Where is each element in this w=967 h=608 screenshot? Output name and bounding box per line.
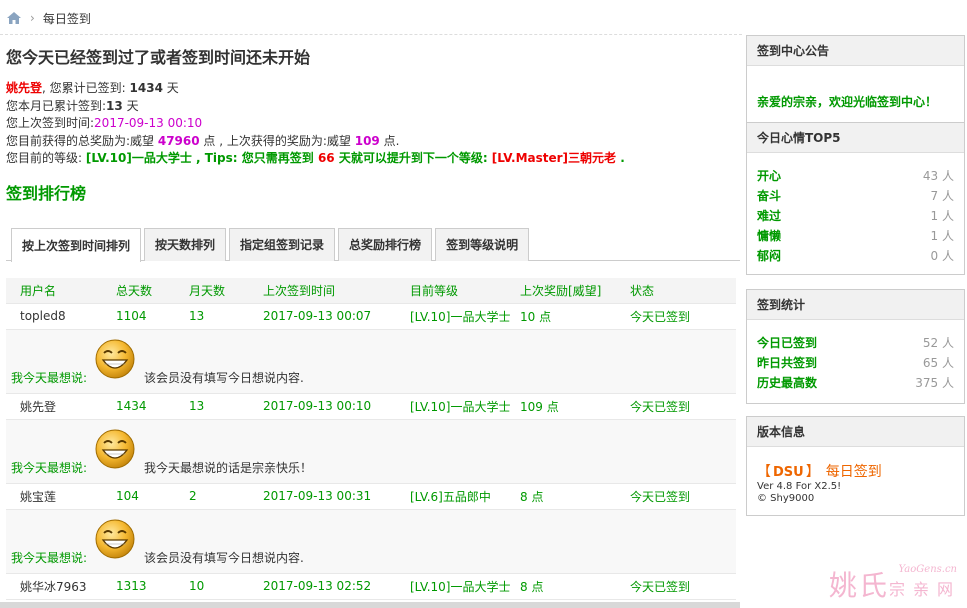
version-number: Ver 4.8 For X2.5! (757, 481, 842, 492)
row-username[interactable]: 姚华冰7963 (6, 578, 116, 595)
watermark-sub: 宗亲网 (888, 580, 961, 599)
mood-item: 开心 43 人 (757, 169, 954, 183)
ranking-tabs: 按上次签到时间排列 按天数排列 指定组签到记录 总奖励排行榜 签到等级说明 (6, 227, 740, 262)
mood-text: 该会员没有填写今日想说内容. (144, 370, 304, 385)
stats-item: 今日已签到 52 人 (757, 336, 954, 350)
version-title: 版本信息 (747, 417, 964, 447)
tab-group-records[interactable]: 指定组签到记录 (229, 227, 336, 261)
table-header: 用户名 总天数 月天数 上次签到时间 目前等级 上次奖励[威望] 状态 (6, 277, 736, 304)
mood-top5-title: 今日心情TOP5 (747, 123, 964, 153)
info-line-month: 您本月已累计签到:13 天 (6, 98, 139, 113)
plugin-name: 【DSU】每日签到 (757, 464, 882, 480)
divider (0, 34, 742, 35)
watermark-big: 姚氏 (828, 569, 889, 602)
ranking-title: 签到排行榜 (6, 183, 87, 203)
happy-face-icon (95, 339, 135, 378)
mood-item: 郁闷 0 人 (757, 249, 954, 263)
sign-stats-panel: 签到统计 今日已签到 52 人 昨日共签到 65 人 历史最高数 375 人 (746, 289, 965, 404)
mood-row: 我今天最想说: 我今天最想说的话是宗亲快乐！ (6, 419, 736, 484)
mood-label: 我今天最想说: (11, 370, 88, 385)
happy-face-icon (95, 429, 135, 468)
mood-row: 我今天最想说: 该会员没有填写今日想说内容. (6, 509, 736, 574)
info-line-total: 姚先登, 您累计已签到: 1434 天 (6, 81, 179, 95)
row-username[interactable]: 姚宝莲 (6, 488, 116, 505)
info-line-last-time: 您上次签到时间:2017-09-13 00:10 (6, 116, 203, 130)
happy-face-icon (95, 519, 135, 558)
notice-title: 签到中心公告 (747, 36, 964, 66)
home-icon[interactable] (6, 11, 22, 25)
site-watermark: YaoGens.cn 姚氏宗亲网 (829, 564, 961, 604)
horizontal-scrollbar[interactable] (0, 602, 740, 608)
watermark-site: YaoGens.cn (898, 564, 957, 575)
main-content: 您今天已经签到过了或者签到时间还未开始 姚先登, 您累计已签到: 1434 天 … (6, 44, 740, 600)
mood-item: 慵懒 1 人 (757, 229, 954, 243)
info-line-level: 您目前的等级: [LV.10]一品大学士 , Tips: 您只需再签到 66 天… (6, 151, 625, 165)
tab-total-reward[interactable]: 总奖励排行榜 (338, 227, 433, 261)
row-username[interactable]: topled8 (6, 309, 116, 323)
stats-item: 昨日共签到 65 人 (757, 356, 954, 370)
sign-stats-title: 签到统计 (747, 290, 964, 320)
stats-item: 历史最高数 375 人 (757, 376, 954, 390)
breadcrumb: › 每日签到 (6, 8, 91, 28)
row-username[interactable]: 姚先登 (6, 398, 116, 415)
version-panel: 版本信息 【DSU】每日签到 Ver 4.8 For X2.5! © Shy90… (746, 416, 965, 516)
chevron-right-icon: › (30, 11, 35, 25)
mood-label: 我今天最想说: (11, 460, 88, 475)
table-row: 姚华冰7963 1313 10 2017-09-13 02:52 [LV.10]… (6, 574, 736, 600)
mood-row: 我今天最想说: 该会员没有填写今日想说内容. (6, 329, 736, 394)
mood-text: 该会员没有填写今日想说内容. (144, 550, 304, 565)
copyright: © Shy9000 (757, 493, 815, 504)
notice-text: 亲爱的宗亲，欢迎光临签到中心！ (757, 95, 938, 109)
mood-top5-panel: 今日心情TOP5 开心 43 人 奋斗 7 人 难过 1 人 慵懒 1 人 郁闷 0 人 (746, 122, 965, 275)
mood-item: 难过 1 人 (757, 209, 954, 223)
tab-by-last-time[interactable]: 按上次签到时间排列 (11, 227, 142, 262)
sign-status-title: 您今天已经签到过了或者签到时间还未开始 (6, 48, 311, 67)
ranking-table: 用户名 总天数 月天数 上次签到时间 目前等级 上次奖励[威望] 状态 topl… (6, 277, 736, 600)
tab-by-days[interactable]: 按天数排列 (144, 227, 227, 261)
breadcrumb-current[interactable]: 每日签到 (43, 10, 91, 27)
user-sign-info: 姚先登, 您累计已签到: 1434 天 您本月已累计签到:13 天 您上次签到时… (6, 80, 740, 168)
mood-label: 我今天最想说: (11, 550, 88, 565)
table-row: topled8 1104 13 2017-09-13 00:07 [LV.10]… (6, 304, 736, 330)
info-line-reward: 您目前获得的总奖励为:威望 47960 点 , 上次获得的奖励为:威望 109 … (6, 133, 400, 148)
tab-level-info[interactable]: 签到等级说明 (435, 227, 530, 261)
table-row: 姚宝莲 104 2 2017-09-13 00:31 [LV.6]五品郎中 8 … (6, 484, 736, 510)
current-username[interactable]: 姚先登 (6, 81, 42, 95)
table-row: 姚先登 1434 13 2017-09-13 00:10 [LV.10]一品大学… (6, 394, 736, 420)
mood-item: 奋斗 7 人 (757, 189, 954, 203)
mood-text: 我今天最想说的话是宗亲快乐！ (144, 460, 313, 475)
